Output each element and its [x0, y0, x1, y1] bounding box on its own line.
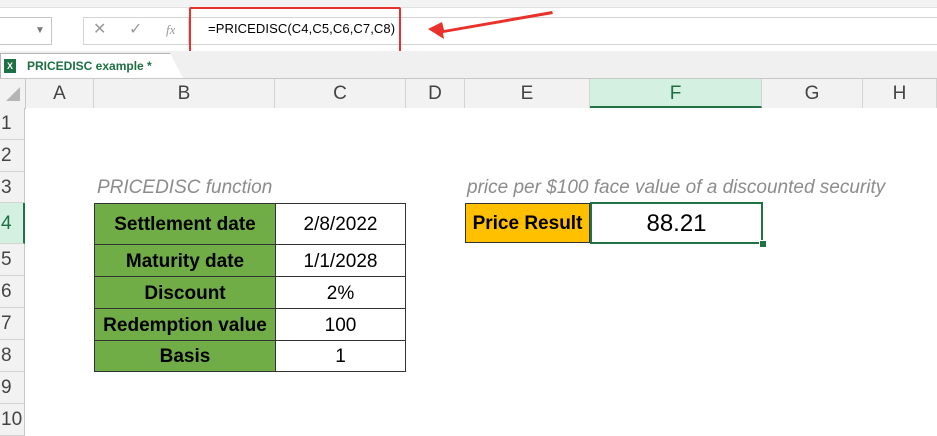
- column-header-d[interactable]: D: [406, 79, 465, 108]
- row-header-8[interactable]: 8: [0, 340, 25, 372]
- column-header-f[interactable]: F: [590, 79, 762, 108]
- price-result-value[interactable]: 88.21: [590, 202, 763, 244]
- label-redemption-value[interactable]: Redemption value: [94, 308, 276, 341]
- label-maturity-date[interactable]: Maturity date: [94, 244, 276, 277]
- row-header-6[interactable]: 6: [0, 276, 25, 308]
- cell-b3-title: PRICEDISC function: [97, 177, 273, 198]
- label-discount[interactable]: Discount: [94, 276, 276, 309]
- column-header-a[interactable]: A: [26, 79, 94, 108]
- row-header-2[interactable]: 2: [0, 140, 25, 172]
- row-header-5[interactable]: 5: [0, 244, 25, 276]
- row-header-10[interactable]: 10: [0, 404, 25, 436]
- value-maturity-date[interactable]: 1/1/2028: [275, 244, 406, 277]
- column-header-h[interactable]: H: [863, 79, 937, 108]
- row-header-1[interactable]: 1: [0, 108, 25, 140]
- fill-handle[interactable]: [759, 240, 767, 248]
- row-header-3[interactable]: 3: [0, 172, 25, 203]
- value-redemption-value[interactable]: 100: [275, 308, 406, 341]
- value-settlement-date[interactable]: 2/8/2022: [275, 203, 406, 245]
- label-basis[interactable]: Basis: [94, 340, 276, 372]
- value-discount[interactable]: 2%: [275, 276, 406, 309]
- column-header-b[interactable]: B: [94, 79, 275, 108]
- column-header-c[interactable]: C: [275, 79, 406, 108]
- row-header-9[interactable]: 9: [0, 372, 25, 404]
- cell-e3-note: price per $100 face value of a discounte…: [467, 177, 886, 198]
- row-header-4[interactable]: 4: [0, 203, 25, 244]
- sheet-tab-label: PRICEDISC example *: [27, 59, 152, 73]
- column-header-g[interactable]: G: [762, 79, 863, 108]
- column-header-e[interactable]: E: [465, 79, 590, 108]
- value-basis[interactable]: 1: [275, 340, 406, 372]
- label-settlement-date[interactable]: Settlement date: [94, 203, 276, 245]
- select-all-triangle-icon: [6, 87, 20, 101]
- arrow-to-formula: [428, 11, 553, 39]
- row-header-7[interactable]: 7: [0, 308, 25, 340]
- price-result-label[interactable]: Price Result: [465, 203, 590, 243]
- excel-file-icon: X: [4, 59, 16, 73]
